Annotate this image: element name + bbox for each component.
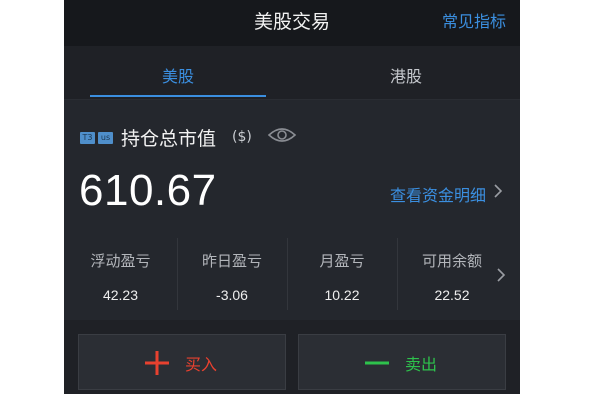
chevron-right-icon[interactable] [496,266,506,288]
t3-badge: T3 [80,132,95,144]
active-tab-indicator [90,95,266,97]
trading-screen: 美股交易 常见指标 美股 港股 T3 us 持仓总市值 ($) 610.67 查… [64,0,520,394]
stat-label: 浮动盈亏 [90,252,151,270]
sell-button[interactable]: 卖出 [298,334,506,390]
stat-value: -3.06 [216,287,248,303]
holding-value-label: 持仓总市值 [121,128,217,150]
minus-icon [365,351,389,379]
sell-label: 卖出 [405,355,438,374]
stat-value: 42.23 [102,287,139,303]
stat-value: 10.22 [324,287,360,303]
common-indicators-link[interactable]: 常见指标 [442,8,506,32]
trade-actions: 买入 卖出 [64,320,520,394]
plus-icon [145,351,169,379]
stat-monthly-pnl: 月盈亏 10.22 [287,234,397,314]
currency-label: ($) [232,129,252,145]
stat-available-balance[interactable]: 可用余额 22.52 [397,234,507,314]
total-holding-value: 610.67 [79,166,217,215]
stat-label: 可用余额 [421,252,482,270]
buy-label: 买入 [185,355,218,374]
stat-yesterday-pnl: 昨日盈亏 -3.06 [177,234,287,314]
account-summary-panel: T3 us 持仓总市值 ($) 610.67 查看资金明细 浮动盈亏 42.23… [64,100,520,320]
tab-us-stocks[interactable]: 美股 [88,63,268,87]
eye-icon[interactable] [267,125,297,149]
stat-label: 昨日盈亏 [201,252,262,270]
fund-details-link[interactable]: 查看资金明细 [390,182,486,206]
buy-button[interactable]: 买入 [78,334,286,390]
market-tabs: 美股 港股 [64,46,520,100]
chevron-right-icon[interactable] [493,182,503,204]
tab-hk-stocks[interactable]: 港股 [316,63,496,87]
stat-label: 月盈亏 [319,252,365,270]
stat-floating-pnl: 浮动盈亏 42.23 [64,234,177,314]
stat-value: 22.52 [434,287,470,303]
us-badge: us [98,132,113,144]
top-bar: 美股交易 常见指标 [64,0,520,46]
